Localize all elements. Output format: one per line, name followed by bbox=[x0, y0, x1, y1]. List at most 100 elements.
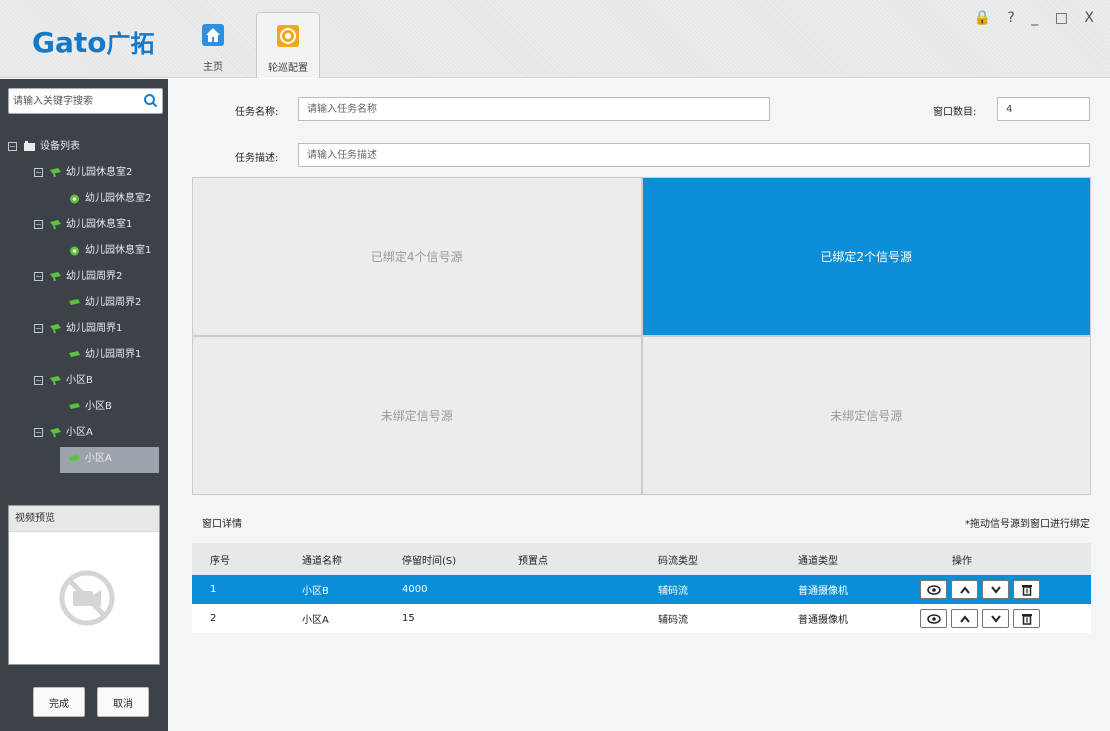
collapse-icon[interactable]: − bbox=[34, 271, 43, 281]
cell-channel: 小区B bbox=[284, 575, 384, 604]
col-preset: 预置点 bbox=[500, 543, 640, 575]
move-down-button[interactable] bbox=[982, 609, 1009, 628]
patrol-config-icon bbox=[277, 25, 299, 47]
tab-patrol-config[interactable]: 轮巡配置 bbox=[256, 12, 320, 78]
cell-stay[interactable]: 15 bbox=[384, 604, 500, 633]
collapse-icon[interactable]: − bbox=[34, 375, 43, 385]
task-name-input[interactable] bbox=[298, 97, 770, 121]
search-input[interactable] bbox=[9, 89, 137, 113]
task-name-label: 任务名称: bbox=[235, 107, 279, 118]
video-preview-title: 视频预览 bbox=[9, 506, 159, 532]
tree-group-community-b[interactable]: − 小区B bbox=[0, 369, 168, 395]
col-channel-type: 通道类型 bbox=[780, 543, 912, 575]
tree-label: 幼儿园休息室2 bbox=[85, 193, 152, 204]
delete-button[interactable] bbox=[1013, 609, 1040, 628]
task-desc-input[interactable] bbox=[298, 143, 1090, 167]
tree-root-device-list[interactable]: − 设备列表 bbox=[0, 135, 168, 161]
window-count-label: 窗口数目: bbox=[933, 107, 977, 118]
search-box bbox=[8, 88, 163, 114]
camera-group-icon bbox=[50, 427, 61, 437]
tree-label: 幼儿园周界2 bbox=[85, 297, 142, 308]
cell-preset[interactable] bbox=[500, 575, 640, 604]
row-actions bbox=[920, 580, 1040, 599]
collapse-icon[interactable]: − bbox=[34, 323, 43, 333]
view-icon bbox=[926, 613, 941, 624]
cell-stay[interactable]: 4000 bbox=[384, 575, 500, 604]
cancel-button[interactable]: 取消 bbox=[97, 687, 149, 717]
delete-icon bbox=[1021, 584, 1032, 596]
cell-preset[interactable] bbox=[500, 604, 640, 633]
tree-label: 设备列表 bbox=[40, 141, 80, 152]
device-list-icon bbox=[24, 140, 35, 151]
tree-group-community-a[interactable]: − 小区A bbox=[0, 421, 168, 447]
tree-group-kindergarten-perimeter2[interactable]: − 幼儿园周界2 bbox=[0, 265, 168, 291]
table-row[interactable]: 2 小区A 15 辅码流 普通摄像机 bbox=[192, 604, 1091, 633]
tree-label: 小区A bbox=[66, 427, 93, 438]
cell-stream[interactable]: 辅码流 bbox=[640, 575, 780, 604]
collapse-icon[interactable]: − bbox=[8, 141, 17, 151]
col-stream-type: 码流类型 bbox=[640, 543, 780, 575]
cell-index: 1 bbox=[192, 575, 284, 604]
table-row[interactable]: 1 小区B 4000 辅码流 普通摄像机 bbox=[192, 575, 1091, 604]
task-desc-label: 任务描述: bbox=[235, 153, 279, 164]
window-cell-2-selected[interactable]: 已绑定2个信号源 bbox=[642, 178, 1090, 335]
tree-label: 小区A bbox=[85, 453, 112, 464]
tab-patrol-config-label: 轮巡配置 bbox=[268, 63, 308, 74]
cell-ops bbox=[912, 604, 1091, 633]
dome-camera-icon bbox=[70, 194, 79, 203]
tree-label: 幼儿园周界1 bbox=[66, 323, 123, 334]
window-count-input[interactable] bbox=[997, 97, 1090, 121]
window-grid: 已绑定4个信号源 已绑定2个信号源 未绑定信号源 未绑定信号源 bbox=[192, 177, 1091, 495]
tree-item-kindergarten-rest1[interactable]: 幼儿园休息室1 bbox=[0, 239, 168, 265]
dome-camera-icon bbox=[70, 246, 79, 255]
tree-group-kindergarten-rest2[interactable]: − 幼儿园休息室2 bbox=[0, 161, 168, 187]
tree-label: 幼儿园休息室1 bbox=[66, 219, 133, 230]
cell-stream[interactable]: 辅码流 bbox=[640, 604, 780, 633]
app-logo: Gato广拓 bbox=[32, 24, 155, 59]
window-controls[interactable]: 🔒 ? _ □ X bbox=[974, 10, 1100, 26]
video-preview-panel: 视频预览 bbox=[8, 505, 160, 665]
window-cell-1[interactable]: 已绑定4个信号源 bbox=[193, 178, 641, 335]
search-icon[interactable] bbox=[143, 93, 158, 108]
tree-item-kindergarten-perimeter2[interactable]: 幼儿园周界2 bbox=[0, 291, 168, 317]
view-button[interactable] bbox=[920, 580, 947, 599]
col-index: 序号 bbox=[192, 543, 284, 575]
done-button[interactable]: 完成 bbox=[33, 687, 85, 717]
table-header-row: 序号 通道名称 停留时间(S) 预置点 码流类型 通道类型 操作 bbox=[192, 543, 1091, 575]
tree-label: 小区B bbox=[66, 375, 93, 386]
cell-type: 普通摄像机 bbox=[780, 604, 912, 633]
window-cell-4[interactable]: 未绑定信号源 bbox=[642, 337, 1090, 494]
tree-group-kindergarten-perimeter1[interactable]: − 幼儿园周界1 bbox=[0, 317, 168, 343]
camera-group-icon bbox=[50, 219, 61, 229]
tree-item-community-a-selected[interactable]: 小区A bbox=[60, 447, 159, 473]
tree-item-community-b[interactable]: 小区B bbox=[0, 395, 168, 421]
home-icon bbox=[202, 24, 224, 46]
view-icon bbox=[926, 584, 941, 595]
collapse-icon[interactable]: − bbox=[34, 219, 43, 229]
col-operations: 操作 bbox=[912, 543, 1091, 575]
tree-item-kindergarten-perimeter1[interactable]: 幼儿园周界1 bbox=[0, 343, 168, 369]
tab-home[interactable]: 主页 bbox=[192, 12, 234, 78]
delete-icon bbox=[1021, 613, 1032, 625]
move-down-button[interactable] bbox=[982, 580, 1009, 599]
move-up-button[interactable] bbox=[951, 580, 978, 599]
view-button[interactable] bbox=[920, 609, 947, 628]
tree-label: 幼儿园周界2 bbox=[66, 271, 123, 282]
bullet-camera-icon bbox=[69, 350, 80, 357]
window-cell-3[interactable]: 未绑定信号源 bbox=[193, 337, 641, 494]
tree-group-kindergarten-rest1[interactable]: − 幼儿园休息室1 bbox=[0, 213, 168, 239]
move-up-button[interactable] bbox=[951, 609, 978, 628]
device-tree: − 设备列表 − 幼儿园休息室2 幼儿园休息室2 − 幼儿园休息室1 幼儿园休息室1 … bbox=[0, 135, 168, 473]
bullet-camera-icon bbox=[69, 402, 80, 409]
drag-hint: *拖动信号源到窗口进行绑定 bbox=[965, 519, 1090, 530]
bullet-camera-icon bbox=[69, 454, 80, 461]
camera-group-icon bbox=[50, 167, 61, 177]
camera-group-icon bbox=[50, 323, 61, 333]
tree-item-kindergarten-rest2[interactable]: 幼儿园休息室2 bbox=[0, 187, 168, 213]
collapse-icon[interactable]: − bbox=[34, 427, 43, 437]
collapse-icon[interactable]: − bbox=[34, 167, 43, 177]
cell-type: 普通摄像机 bbox=[780, 575, 912, 604]
tree-label: 小区B bbox=[85, 401, 112, 412]
tab-home-label: 主页 bbox=[203, 62, 223, 73]
delete-button[interactable] bbox=[1013, 580, 1040, 599]
